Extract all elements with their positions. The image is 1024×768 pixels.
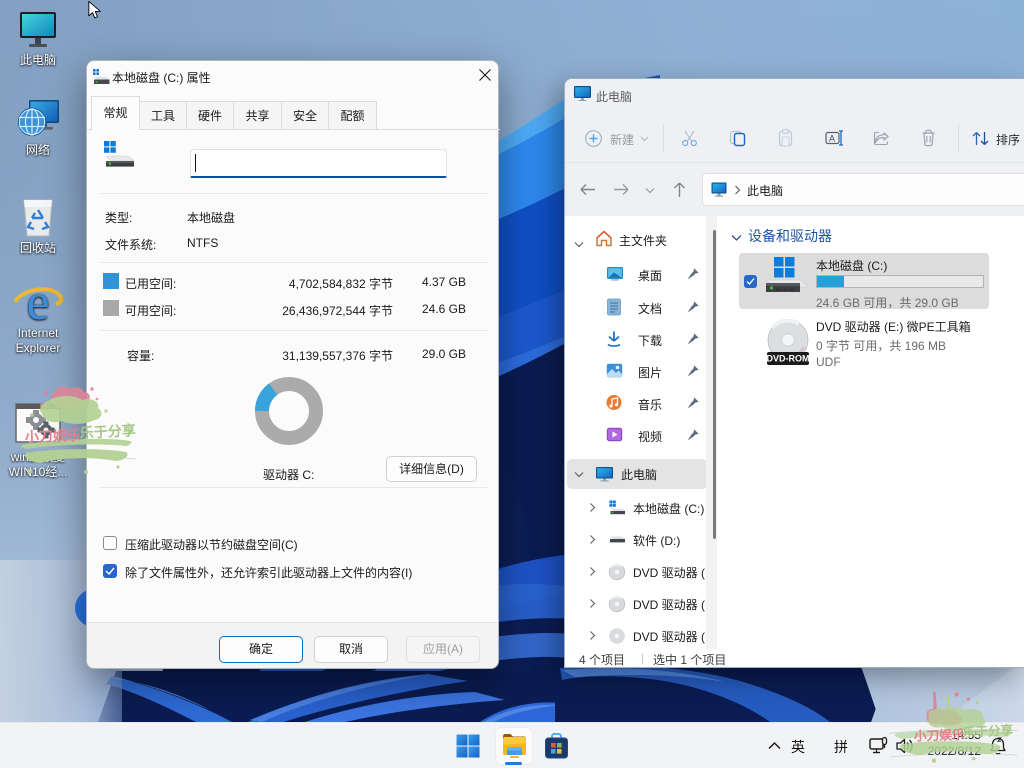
svg-text:小刀娱乐: 小刀娱乐 (913, 727, 965, 744)
svg-text:DVD-ROM: DVD-ROM (767, 354, 810, 364)
svg-text:e: e (26, 276, 49, 326)
svg-text:乐于分享: 乐于分享 (79, 422, 136, 441)
svg-text:A: A (829, 134, 835, 144)
svg-text:小刀娱乐: 小刀娱乐 (25, 427, 82, 445)
svg-text:乐于分享: 乐于分享 (962, 722, 1014, 740)
